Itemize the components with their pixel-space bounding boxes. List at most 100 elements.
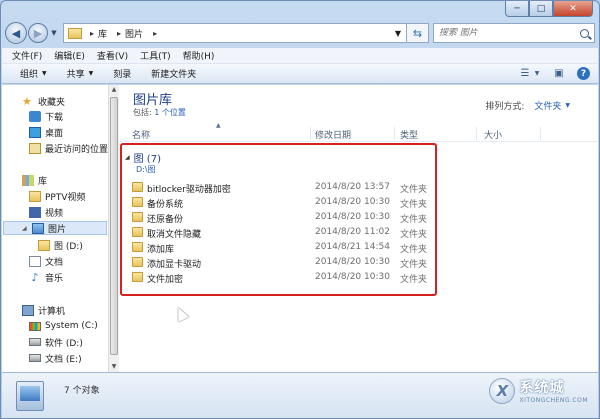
nav-drive-e[interactable]: 文档 (E:) <box>29 351 82 365</box>
chevron-down-icon[interactable]: ▼ <box>565 102 570 109</box>
table-row[interactable]: 还原备份 2014/8/20 10:30 文件夹 <box>120 210 450 225</box>
table-row[interactable]: 添加显卡驱动 2014/8/20 10:30 文件夹 <box>120 255 450 270</box>
new-folder-button[interactable]: 新建文件夹 <box>151 67 196 80</box>
file-list-pane: 图片库 包括: 1 个位置 排列方式: 文件夹 ▼ ▲ 名称 修改日期 类型 大… <box>120 85 598 372</box>
arrange-by-dropdown[interactable]: 文件夹 <box>534 99 561 112</box>
search-icon[interactable] <box>580 28 589 38</box>
breadcrumb-separator[interactable]: ▸ <box>117 29 121 38</box>
chevron-down-icon[interactable]: ▼ <box>533 67 541 81</box>
folder-icon <box>29 190 41 202</box>
file-type: 文件夹 <box>400 245 428 255</box>
folder-icon <box>132 272 143 282</box>
nav-label: 下载 <box>45 112 64 123</box>
nav-drive-c[interactable]: System (C:) <box>29 319 98 333</box>
library-includes: 包括: 1 个位置 <box>133 107 186 118</box>
help-icon[interactable]: ? <box>577 67 590 80</box>
scroll-up-icon[interactable]: ▲ <box>109 85 119 95</box>
navigation-pane: ★ 收藏夹 下载 桌面 最近访问的位置 库 PPTV视频 视频 ◢ 图片 图 (D:… <box>2 85 108 372</box>
nav-label: 最近访问的位置 <box>45 144 108 155</box>
nav-label: 库 <box>38 176 48 187</box>
minimize-button[interactable]: ─ <box>505 1 529 17</box>
nav-drive-d[interactable]: 软件 (D:) <box>29 335 83 349</box>
nav-label: 图 (D:) <box>54 241 83 252</box>
burn-button[interactable]: 刻录 <box>113 67 131 80</box>
view-controls: ☰ ▼ ▣ ? <box>507 67 598 81</box>
nav-recent[interactable]: 最近访问的位置 <box>29 141 108 155</box>
share-button[interactable]: 共享 ▼ <box>67 67 94 80</box>
nav-computer[interactable]: 计算机 <box>22 303 65 317</box>
table-row[interactable]: 取消文件隐藏 2014/8/20 11:02 文件夹 <box>120 225 450 240</box>
column-size[interactable]: 大小 <box>484 128 502 141</box>
forward-button[interactable]: ▶ <box>28 23 48 43</box>
back-button[interactable]: ◀ <box>5 22 27 44</box>
nav-pictures[interactable]: ◢ 图片 <box>3 221 107 235</box>
file-name: 还原备份 <box>147 215 184 225</box>
nav-videos[interactable]: 视频 <box>29 205 63 219</box>
nav-label: PPTV视频 <box>45 192 86 203</box>
address-bar[interactable]: ▸ 库 ▸ 图片 ▸ ▼ <box>63 23 407 43</box>
table-row[interactable]: bitlocker驱动器加密 2014/8/20 13:57 文件夹 <box>120 180 450 195</box>
nav-pptv[interactable]: PPTV视频 <box>29 189 86 203</box>
group-location-link[interactable]: D:\图 <box>136 164 156 175</box>
preview-pane-icon[interactable]: ▣ <box>551 67 567 81</box>
maximize-button[interactable]: □ <box>529 1 553 17</box>
nav-documents[interactable]: 文档 <box>29 254 63 268</box>
table-row[interactable]: 文件加密 2014/8/20 10:30 文件夹 <box>120 270 450 285</box>
back-arrow-icon: ◀ <box>11 26 21 40</box>
nav-favorites[interactable]: ★ 收藏夹 <box>22 94 65 108</box>
breadcrumb-pictures[interactable]: 图片 <box>125 27 143 40</box>
column-header: ▲ 名称 修改日期 类型 大小 <box>120 122 598 142</box>
file-date: 2014/8/20 10:30 <box>315 212 390 222</box>
item-count: 7 个对象 <box>64 386 100 396</box>
nav-libraries[interactable]: 库 <box>22 173 47 187</box>
column-divider[interactable] <box>310 127 311 140</box>
collapse-triangle-icon[interactable]: ◢ <box>125 154 130 161</box>
table-row[interactable]: 添加库 2014/8/21 14:54 文件夹 <box>120 240 450 255</box>
menu-file[interactable]: 文件(F) <box>12 49 42 62</box>
file-name: bitlocker驱动器加密 <box>147 185 231 195</box>
nav-desktop[interactable]: 桌面 <box>29 125 63 139</box>
file-name: 备份系统 <box>147 200 184 210</box>
group-title: 图 (7) <box>133 154 161 165</box>
scroll-thumb[interactable] <box>110 97 118 355</box>
sort-ascending-icon: ▲ <box>216 122 221 129</box>
includes-locations-link[interactable]: 1 个位置 <box>154 108 186 117</box>
column-divider[interactable] <box>476 127 477 140</box>
breadcrumb-separator[interactable]: ▸ <box>90 29 94 38</box>
column-type[interactable]: 类型 <box>400 128 418 141</box>
table-row[interactable]: 备份系统 2014/8/20 10:30 文件夹 <box>120 195 450 210</box>
search-input[interactable] <box>439 28 569 38</box>
close-button[interactable]: ✕ <box>553 1 593 17</box>
breadcrumb-separator[interactable]: ▸ <box>153 29 157 38</box>
nav-music[interactable]: ♪ 音乐 <box>29 270 63 284</box>
explorer-window: ─ □ ✕ ◀ ▶ ▼ ▸ 库 ▸ 图片 ▸ ▼ ⇆ 文件(F) 编辑(E) 查… <box>0 0 600 419</box>
menu-tools[interactable]: 工具(T) <box>140 49 171 62</box>
arrange-label: 排列方式: <box>485 102 525 112</box>
menu-help[interactable]: 帮助(H) <box>183 49 215 62</box>
organize-button[interactable]: 组织 ▼ <box>20 67 47 80</box>
column-date[interactable]: 修改日期 <box>315 128 351 141</box>
nav-label: 收藏夹 <box>38 97 66 108</box>
nav-downloads[interactable]: 下载 <box>29 109 63 123</box>
column-divider[interactable] <box>540 127 541 140</box>
menu-edit[interactable]: 编辑(E) <box>54 49 85 62</box>
search-box[interactable] <box>433 23 595 43</box>
refresh-button[interactable]: ⇆ <box>407 23 429 43</box>
nav-label: 视频 <box>45 208 64 219</box>
breadcrumb-libraries[interactable]: 库 <box>98 27 107 40</box>
menu-view[interactable]: 查看(V) <box>97 49 128 62</box>
column-name[interactable]: 名称 <box>132 128 150 141</box>
column-divider[interactable] <box>394 127 395 140</box>
nav-label: 文档 (E:) <box>45 354 82 365</box>
music-note-icon: ♪ <box>31 270 39 284</box>
command-bar: 组织 ▼ 共享 ▼ 刻录 新建文件夹 ☰ ▼ ▣ ? <box>2 64 598 84</box>
nav-pane-scrollbar[interactable]: ▲ ▼ <box>108 85 119 372</box>
view-options-icon[interactable]: ☰ <box>517 67 533 81</box>
recent-pages-dropdown[interactable]: ▼ <box>49 29 59 37</box>
nav-pictures-d[interactable]: 图 (D:) <box>38 238 83 252</box>
group-header[interactable]: ◢ 图 (7) <box>125 150 161 165</box>
expand-triangle-icon[interactable]: ◢ <box>22 225 30 232</box>
address-dropdown-icon[interactable]: ▼ <box>390 29 406 38</box>
scroll-down-icon[interactable]: ▼ <box>109 362 119 372</box>
nav-label: 文档 <box>45 257 64 268</box>
